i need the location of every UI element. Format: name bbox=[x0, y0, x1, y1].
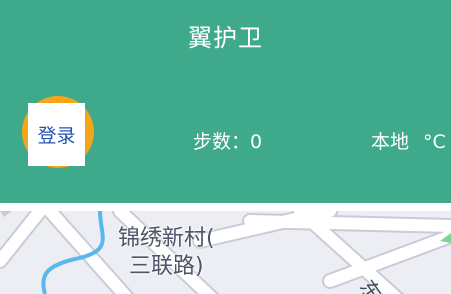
divider bbox=[0, 203, 451, 211]
map-place-line2: 三联路) bbox=[129, 254, 204, 279]
weather-info[interactable]: 本地 °C bbox=[371, 127, 451, 154]
temperature-unit: °C bbox=[423, 131, 446, 153]
steps-value: 0 bbox=[250, 131, 263, 153]
step-counter: 步数：0 bbox=[193, 127, 262, 154]
login-button[interactable]: 登录 bbox=[28, 103, 85, 166]
location-label: 本地 bbox=[371, 131, 410, 153]
map-place-line1: 锦绣新村( bbox=[118, 226, 215, 251]
map-view[interactable]: 锦绣新村( 三联路) 东 bbox=[0, 211, 451, 294]
map-place-label: 锦绣新村( 三联路) bbox=[118, 225, 215, 281]
app-header: 翼护卫 登录 步数：0 本地 °C bbox=[0, 0, 451, 203]
steps-label: 步数： bbox=[193, 131, 251, 153]
app-title: 翼护卫 bbox=[188, 24, 263, 52]
